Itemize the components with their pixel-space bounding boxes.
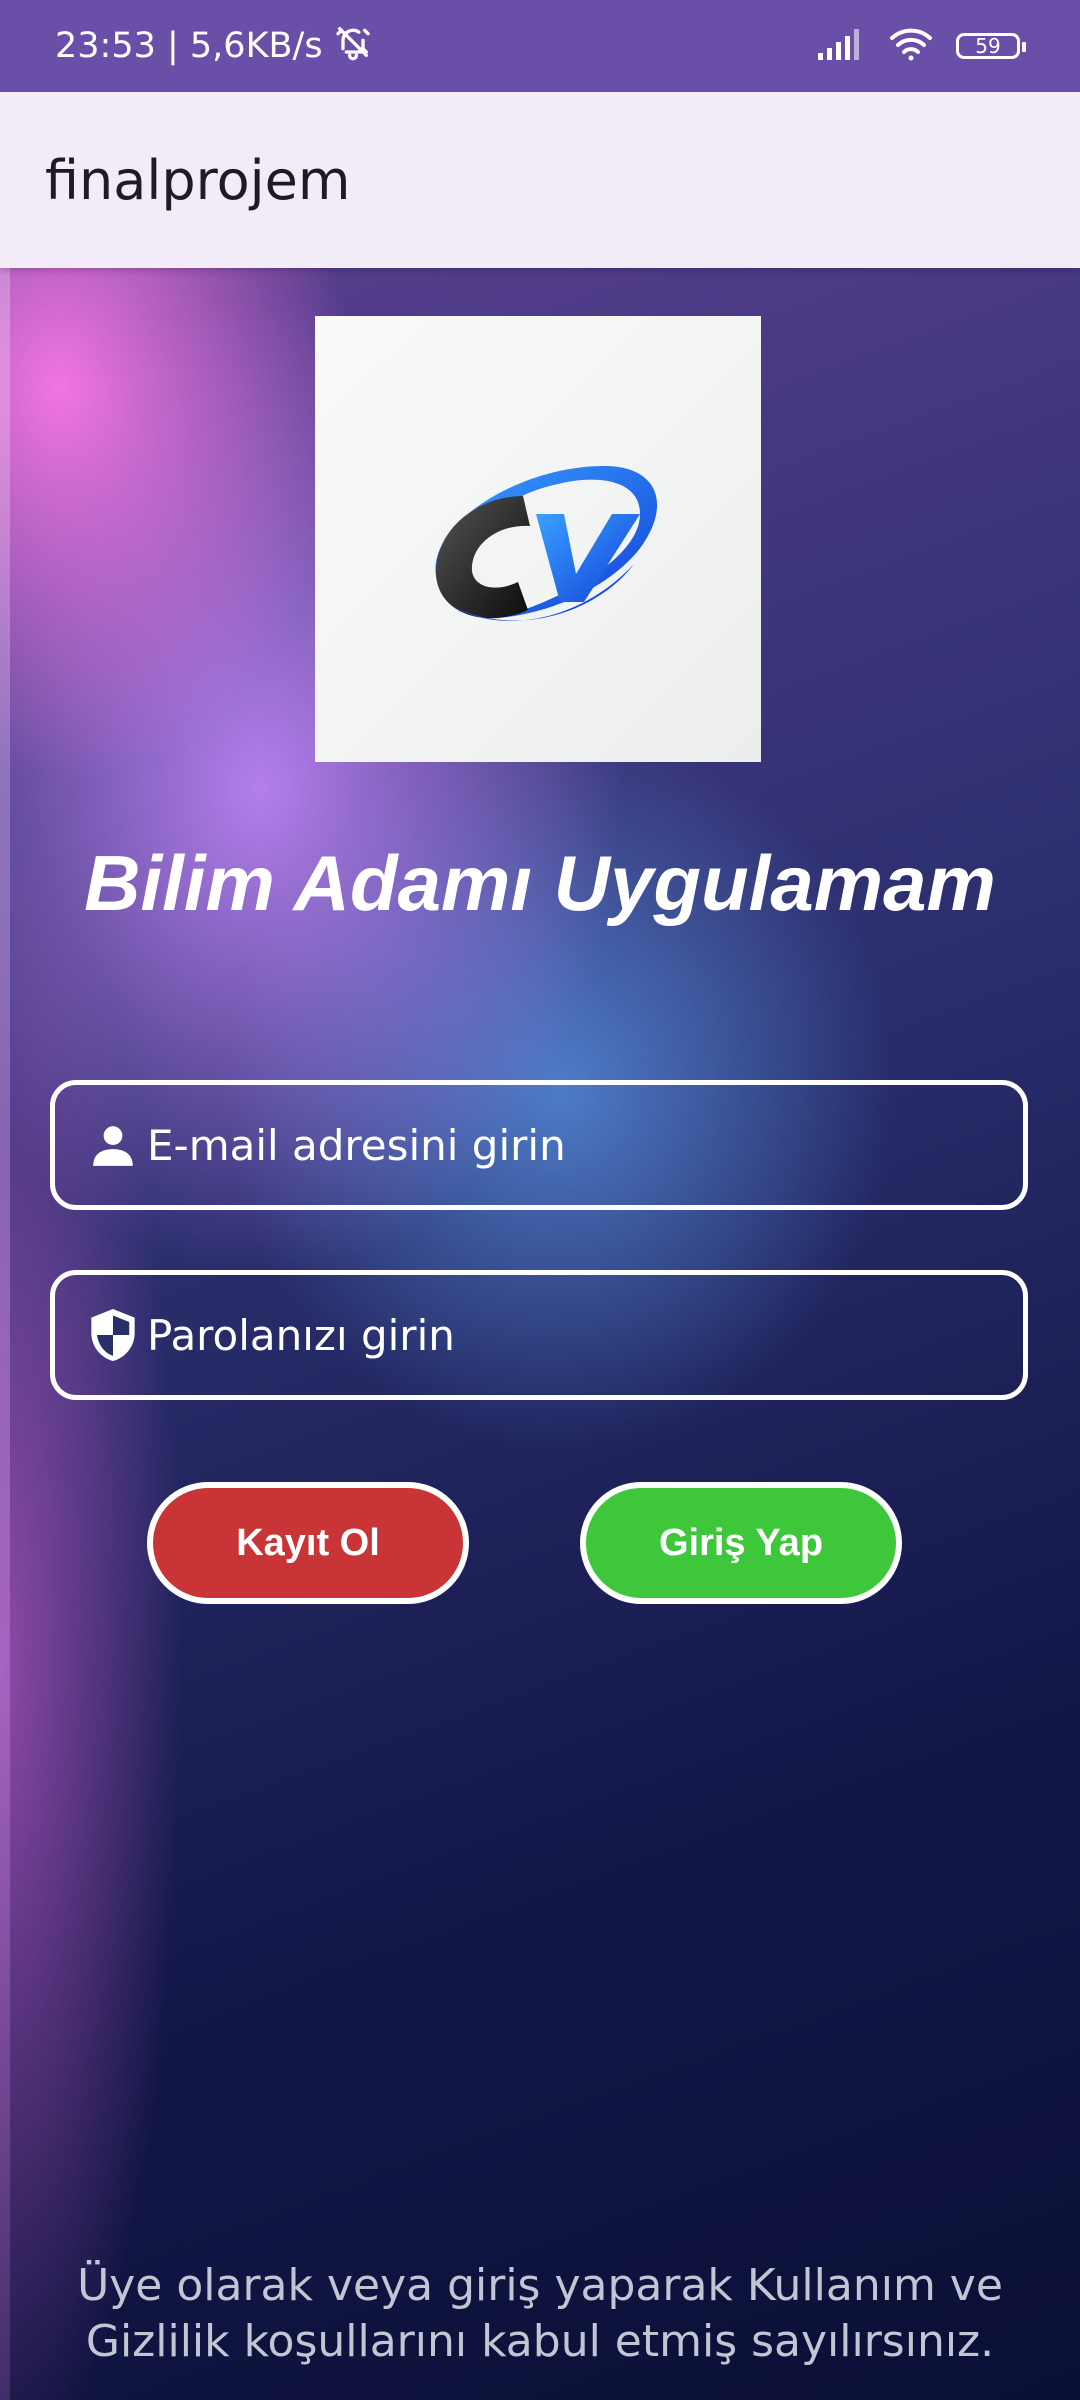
shield-icon bbox=[85, 1307, 141, 1363]
battery-icon: 59 bbox=[956, 33, 1026, 59]
status-bar: 23:53 | 5,6KB/s 59 bbox=[0, 0, 1080, 92]
register-button[interactable]: Kayıt Ol bbox=[147, 1482, 469, 1604]
email-field[interactable] bbox=[50, 1080, 1028, 1210]
signal-icon bbox=[816, 27, 866, 66]
app-logo bbox=[315, 316, 761, 762]
status-time-speed: 23:53 | 5,6KB/s bbox=[55, 26, 323, 66]
login-screen: Bilim Adamı Uygulamam Kayıt Ol Giriş Yap… bbox=[0, 268, 1080, 2400]
app-title: finalprojem bbox=[45, 148, 351, 212]
status-right: 59 bbox=[816, 0, 1026, 92]
wifi-icon bbox=[888, 26, 934, 67]
email-input[interactable] bbox=[147, 1120, 1023, 1170]
terms-notice: Üye olarak veya giriş yaparak Kullanım v… bbox=[77, 2260, 1003, 2367]
app-bar: finalprojem bbox=[0, 92, 1080, 268]
password-input[interactable] bbox=[147, 1310, 1023, 1360]
headline: Bilim Adamı Uygulamam bbox=[84, 839, 996, 927]
cv-logo-icon bbox=[435, 465, 658, 621]
left-edge-decoration bbox=[0, 268, 10, 2400]
password-field[interactable] bbox=[50, 1270, 1028, 1400]
status-left: 23:53 | 5,6KB/s bbox=[55, 0, 373, 92]
mute-alarm-icon bbox=[333, 22, 373, 71]
battery-level: 59 bbox=[975, 34, 1001, 58]
login-button[interactable]: Giriş Yap bbox=[580, 1482, 902, 1604]
person-icon bbox=[85, 1117, 141, 1173]
